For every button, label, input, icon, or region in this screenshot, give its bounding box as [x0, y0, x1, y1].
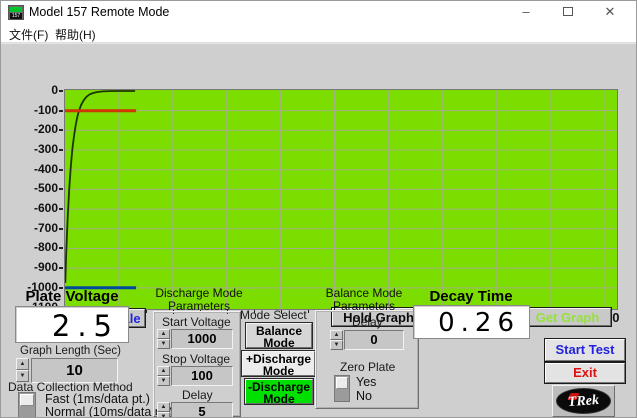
window-title: Model 157 Remote Mode: [29, 5, 169, 19]
get-graph-label: Get Graph: [524, 308, 611, 326]
y-tick-mark: [59, 90, 63, 92]
y-tick-mark: [59, 228, 63, 230]
exit-button[interactable]: Exit: [544, 362, 626, 384]
y-tick-label: -200: [1, 122, 58, 136]
app-icon-label: 157: [10, 13, 22, 19]
minus-discharge-mode-label: -Discharge Mode: [245, 379, 313, 404]
stop-voltage-label: Stop Voltage: [162, 352, 230, 366]
spin-up-icon[interactable]: ▲: [157, 366, 170, 376]
discharge-delay-label: Delay: [182, 388, 213, 402]
maximize-button[interactable]: [551, 1, 585, 23]
menu-item-file[interactable]: 文件(F): [9, 26, 48, 43]
spin-down-icon[interactable]: ▼: [157, 339, 170, 349]
spin-down-icon[interactable]: ▼: [157, 412, 170, 418]
discharge-params-groupbox: Start Voltage ▲ ▼ 1000 Stop Voltage ▲ ▼ …: [153, 311, 241, 417]
discharge-delay-spinner[interactable]: ▲ ▼: [157, 402, 170, 418]
start-test-button[interactable]: Start Test: [544, 338, 626, 362]
y-tick-label: -500: [1, 181, 58, 195]
zero-plate-option-no[interactable]: No: [356, 389, 372, 403]
mode-select-label: Mode Select: [240, 308, 307, 322]
trek-logo: TRek: [552, 385, 615, 417]
y-tick-mark: [59, 247, 63, 249]
y-tick-label: -400: [1, 162, 58, 176]
app-window: 157 Model 157 Remote Mode – ✕ 文件(F) 帮助(H…: [0, 0, 637, 418]
app-icon-green-bar: [10, 7, 22, 12]
app-icon: 157: [8, 5, 24, 20]
plus-discharge-mode-label: +Discharge Mode: [242, 351, 315, 376]
y-tick-mark: [59, 188, 63, 190]
discharge-delay-input[interactable]: 5: [171, 402, 233, 418]
minus-discharge-mode-button[interactable]: -Discharge Mode: [244, 378, 314, 405]
get-graph-button[interactable]: Get Graph: [523, 307, 612, 327]
zero-plate-switch-handle[interactable]: [336, 377, 348, 389]
balance-mode-label: Balance Mode: [246, 323, 312, 348]
close-button[interactable]: ✕: [593, 1, 627, 23]
menu-bar: 文件(F) 帮助(H): [1, 24, 636, 43]
exit-label: Exit: [545, 363, 625, 383]
spin-up-icon[interactable]: ▲: [16, 358, 29, 370]
plus-discharge-mode-button[interactable]: +Discharge Mode: [241, 350, 316, 377]
spin-up-icon[interactable]: ▲: [330, 330, 343, 340]
y-tick-mark: [59, 169, 63, 171]
spin-down-icon[interactable]: ▼: [157, 376, 170, 386]
start-voltage-label: Start Voltage: [162, 315, 231, 329]
y-tick-label: -700: [1, 221, 58, 235]
balance-delay-spinner[interactable]: ▲ ▼: [330, 330, 343, 350]
graph-length-spinner[interactable]: ▲ ▼: [16, 358, 29, 382]
y-tick-label: -300: [1, 142, 58, 156]
spin-up-icon[interactable]: ▲: [157, 329, 170, 339]
chart-panel: 0-100-200-300-400-500-600-700-800-900-10…: [1, 43, 637, 286]
plate-voltage-value: 2.5: [52, 309, 119, 343]
y-tick-mark: [59, 208, 63, 210]
start-voltage-spinner[interactable]: ▲ ▼: [157, 329, 170, 349]
start-voltage-input[interactable]: 1000: [171, 329, 233, 349]
decay-time-value: 0.26: [438, 308, 520, 338]
data-collection-switch[interactable]: [18, 392, 36, 418]
y-tick-mark: [59, 149, 63, 151]
balance-delay-label: Delay: [352, 315, 383, 329]
y-tick-label: 0: [1, 83, 58, 97]
plate-voltage-title: Plate Voltage: [11, 288, 133, 305]
decay-time-display: 0.26: [413, 305, 530, 339]
plate-voltage-display: 2.5: [15, 306, 129, 343]
graph-length-label: Graph Length (Sec): [20, 345, 121, 357]
balance-params-groupbox: Delay ▲ ▼ 0 Zero Plate Yes No: [315, 310, 419, 409]
minimize-button[interactable]: –: [509, 1, 543, 23]
y-tick-label: -100: [1, 103, 58, 117]
voltage-decay-graph: [65, 90, 617, 309]
trek-logo-text: TRek: [557, 392, 611, 412]
zero-plate-option-yes[interactable]: Yes: [356, 375, 376, 389]
data-collection-option-fast[interactable]: Fast (1ms/data pt.): [45, 392, 150, 406]
y-axis-labels: 0-100-200-300-400-500-600-700-800-900-10…: [1, 90, 58, 309]
spin-down-icon[interactable]: ▼: [330, 340, 343, 350]
data-collection-switch-handle[interactable]: [20, 394, 34, 406]
title-bar: 157 Model 157 Remote Mode – ✕: [1, 1, 636, 24]
stop-voltage-spinner[interactable]: ▲ ▼: [157, 366, 170, 386]
y-tick-mark: [59, 267, 63, 269]
spin-up-icon[interactable]: ▲: [157, 402, 170, 412]
y-tick-mark: [59, 129, 63, 131]
y-tick-mark: [59, 110, 63, 112]
zero-plate-label: Zero Plate: [340, 360, 395, 374]
y-tick-label: -900: [1, 260, 58, 274]
maximize-icon: [563, 7, 573, 16]
balance-mode-button[interactable]: Balance Mode: [245, 322, 313, 349]
y-axis-ticks: [59, 90, 64, 310]
balance-delay-input[interactable]: 0: [344, 330, 404, 350]
decay-time-title: Decay Time: [416, 288, 526, 305]
start-test-label: Start Test: [545, 339, 625, 361]
menu-item-help[interactable]: 帮助(H): [55, 26, 96, 43]
y-tick-label: -600: [1, 201, 58, 215]
stop-voltage-input[interactable]: 100: [171, 366, 233, 386]
zero-plate-switch[interactable]: [334, 375, 350, 402]
trek-logo-oval: TRek: [556, 388, 611, 414]
y-tick-label: -800: [1, 240, 58, 254]
